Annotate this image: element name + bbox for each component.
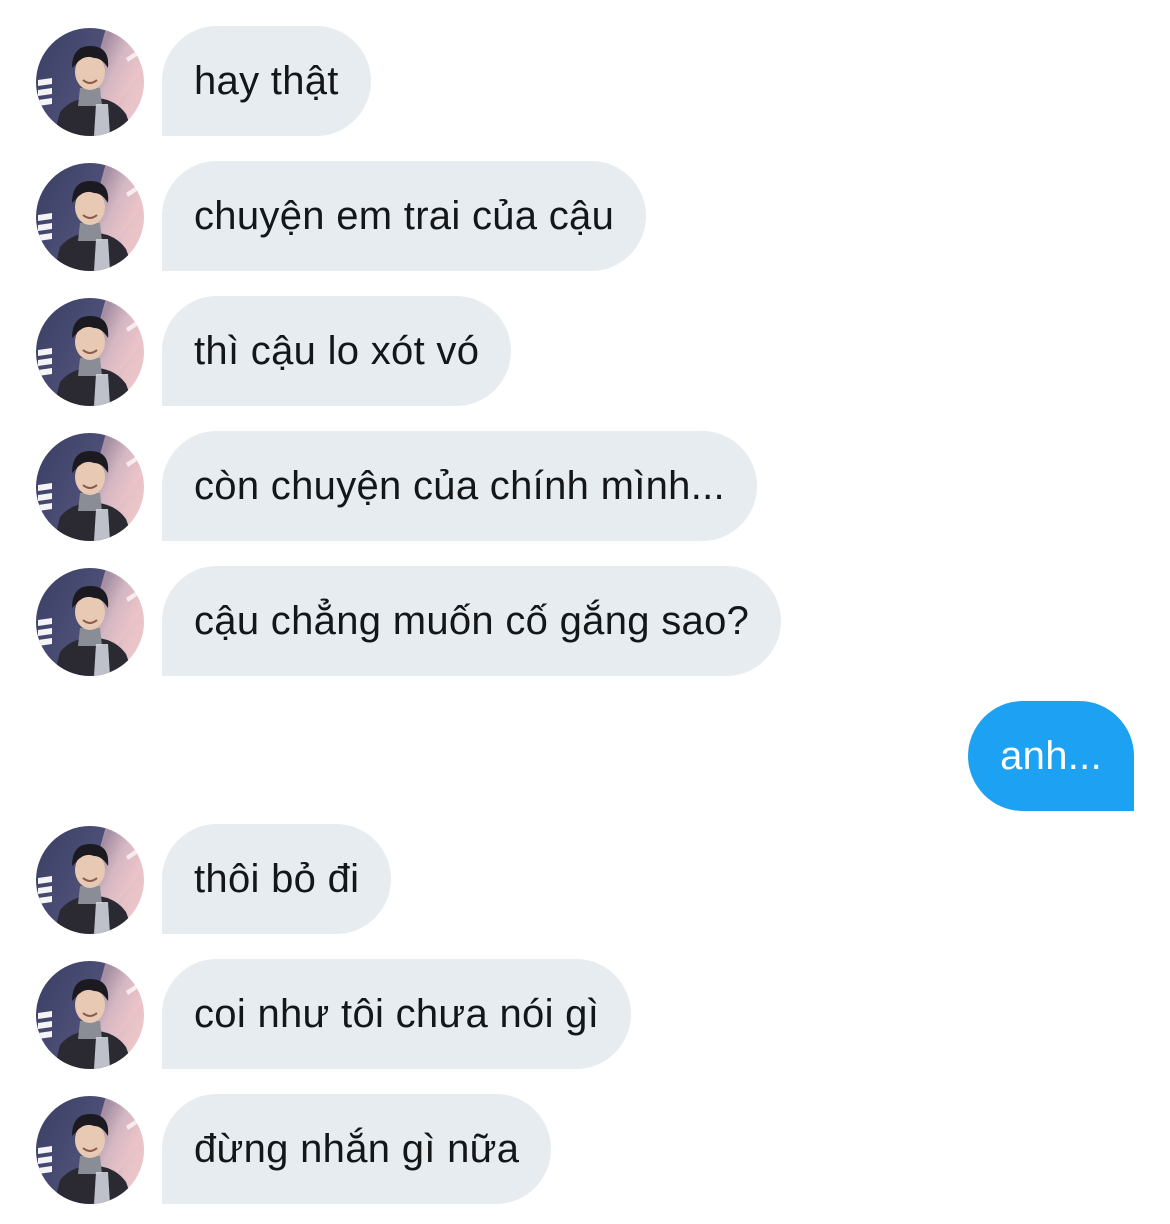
- message-text: cậu chẳng muốn cố gắng sao?: [194, 598, 750, 643]
- message-text: chuyện em trai của cậu: [194, 193, 615, 238]
- message-row: thôi bỏ đi: [0, 824, 1170, 934]
- contact-avatar-icon[interactable]: [36, 826, 144, 934]
- contact-avatar-icon[interactable]: [36, 163, 144, 271]
- contact-avatar-icon[interactable]: [36, 298, 144, 406]
- chat-thread: hay thật chuyện em trai của cậu thì cậu …: [0, 0, 1170, 1224]
- incoming-message-bubble[interactable]: đừng nhắn gì nữa: [162, 1094, 552, 1204]
- incoming-message-bubble[interactable]: hay thật: [162, 26, 371, 136]
- incoming-message-bubble[interactable]: coi như tôi chưa nói gì: [162, 959, 632, 1069]
- message-row: thì cậu lo xót vó: [0, 296, 1170, 406]
- message-text: coi như tôi chưa nói gì: [194, 991, 600, 1036]
- incoming-message-bubble[interactable]: thôi bỏ đi: [162, 824, 392, 934]
- outgoing-message-bubble[interactable]: anh...: [968, 701, 1134, 811]
- message-row: chuyện em trai của cậu: [0, 161, 1170, 271]
- contact-avatar-icon[interactable]: [36, 28, 144, 136]
- incoming-message-bubble[interactable]: chuyện em trai của cậu: [162, 161, 647, 271]
- message-text: anh...: [1000, 733, 1102, 778]
- message-row: anh...: [0, 701, 1170, 811]
- incoming-message-bubble[interactable]: thì cậu lo xót vó: [162, 296, 512, 406]
- message-text: đừng nhắn gì nữa: [194, 1126, 520, 1171]
- message-row: coi như tôi chưa nói gì: [0, 959, 1170, 1069]
- message-row: cậu chẳng muốn cố gắng sao?: [0, 566, 1170, 676]
- contact-avatar-icon[interactable]: [36, 433, 144, 541]
- message-row: hay thật: [0, 26, 1170, 136]
- message-row: đừng nhắn gì nữa: [0, 1094, 1170, 1204]
- message-text: thôi bỏ đi: [194, 856, 360, 901]
- contact-avatar-icon[interactable]: [36, 1096, 144, 1204]
- message-text: còn chuyện của chính mình...: [194, 463, 725, 508]
- message-text: thì cậu lo xót vó: [194, 328, 480, 373]
- contact-avatar-icon[interactable]: [36, 961, 144, 1069]
- message-text: hay thật: [194, 58, 339, 103]
- contact-avatar-icon[interactable]: [36, 568, 144, 676]
- message-row: còn chuyện của chính mình...: [0, 431, 1170, 541]
- incoming-message-bubble[interactable]: còn chuyện của chính mình...: [162, 431, 757, 541]
- incoming-message-bubble[interactable]: cậu chẳng muốn cố gắng sao?: [162, 566, 782, 676]
